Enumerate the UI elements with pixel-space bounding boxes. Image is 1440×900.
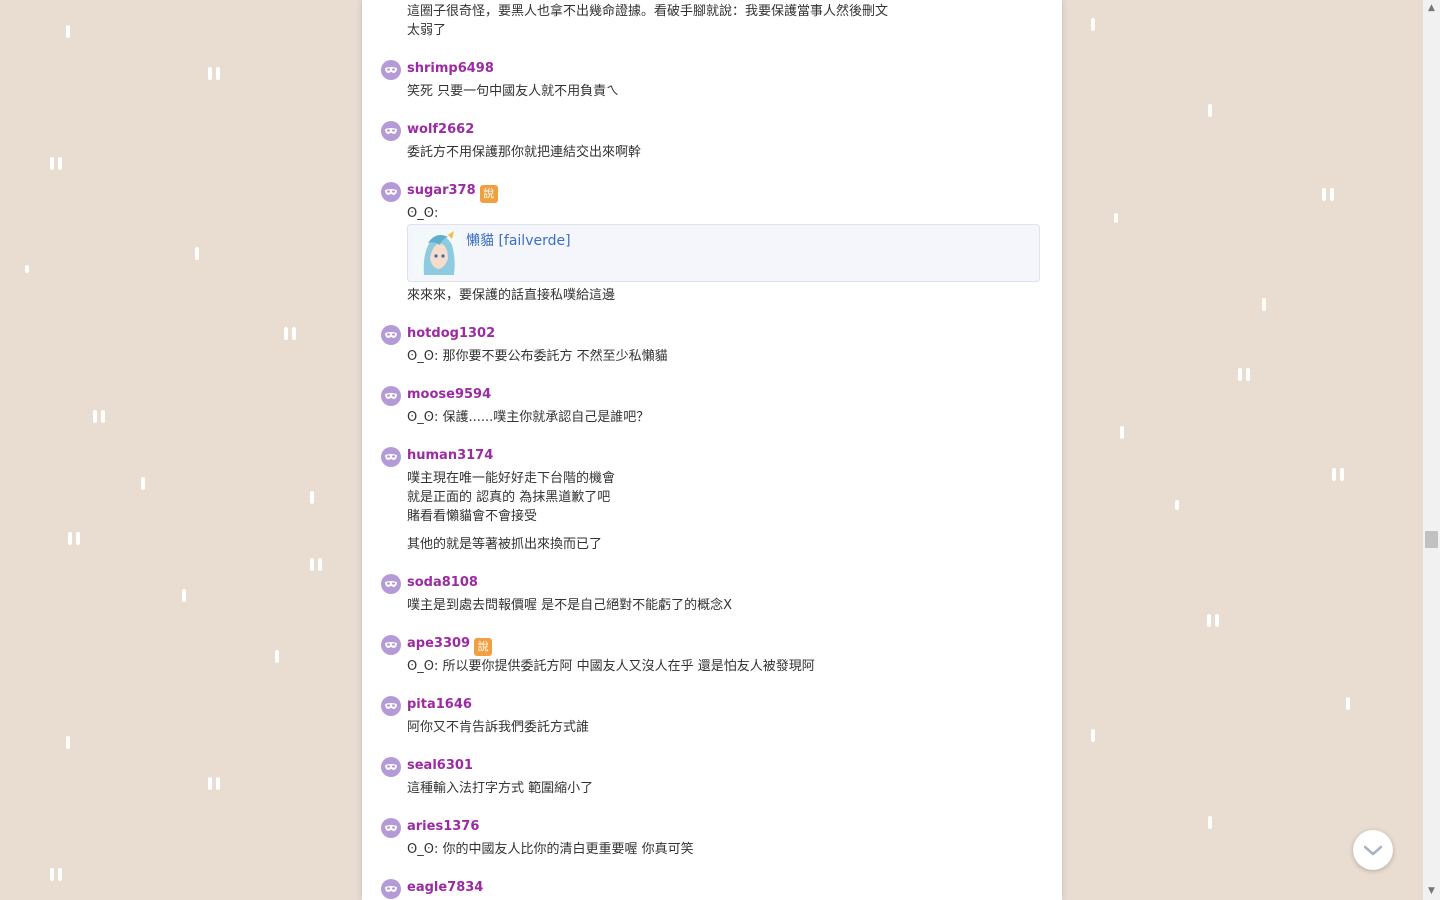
comment-text: ʘ_ʘ: 所以要你提供委託方阿 中國友人又沒人在乎 還是怕友人被發現阿 (407, 659, 815, 674)
username[interactable]: wolf2662 (407, 122, 474, 137)
username[interactable]: aries1376 (407, 819, 479, 834)
anonymous-mask-icon[interactable] (381, 60, 401, 80)
scroll-down-arrow-icon[interactable]: ▼ (1423, 883, 1440, 900)
anonymous-mask-icon[interactable] (381, 574, 401, 594)
says-badge: 說 (474, 638, 493, 656)
scroll-down-button[interactable] (1353, 830, 1393, 870)
comment-text: 委託方不用保護那你就把連結交出來啊幹 (407, 145, 642, 160)
comment-text: 來來來，要保護的話直接私噗給這邊 (407, 288, 616, 303)
plurk-response-panel: 這圈子很奇怪，要黑人也拿不出幾命證據。看破手腳就說：我要保護當事人然後刪文 太弱… (362, 0, 1062, 900)
comment-text: ʘ_ʘ: 保護......噗主你就承認自己是誰吧？ (407, 410, 650, 425)
comment-text: 噗主是到處去問報價喔 是不是自己絕對不能虧了的概念X (407, 598, 733, 613)
anonymous-mask-icon[interactable] (381, 325, 401, 345)
scroll-up-arrow-icon[interactable]: ▲ (1423, 0, 1440, 17)
comment-text: 這圈子很奇怪，要黑人也拿不出幾命證據。看破手腳就說：我要保護當事人然後刪文 (407, 4, 889, 19)
username[interactable]: ape3309 說 (407, 636, 493, 656)
anonymous-mask-icon[interactable] (381, 818, 401, 838)
username[interactable]: shrimp6498 (407, 61, 494, 76)
anonymous-mask-icon[interactable] (381, 182, 401, 202)
comment-text: 太弱了 (407, 23, 447, 38)
username[interactable]: seal6301 (407, 758, 473, 773)
comment-text: 噗主現在唯一能好好走下台階的機會 (407, 471, 616, 486)
comment-text: ʘ_ʘ: (407, 206, 439, 221)
anonymous-mask-icon[interactable] (381, 757, 401, 777)
anonymous-mask-icon[interactable] (381, 879, 401, 899)
comment-text: 就是正面的 認真的 為抹黑道歉了吧 (407, 490, 611, 505)
comment-text: 這種輸入法打字方式 範圍縮小了 (407, 781, 594, 796)
anonymous-mask-icon[interactable] (381, 121, 401, 141)
comment-text: 笑死 只要一句中國友人就不用負責ㄟ (407, 84, 620, 99)
comment-text: 阿你又不肯告訴我們委託方式誰 (407, 720, 590, 735)
username[interactable]: pita1646 (407, 697, 472, 712)
link-preview-card[interactable]: 懶貓 [failverde] (407, 224, 1040, 282)
anonymous-mask-icon[interactable] (381, 635, 401, 655)
anonymous-mask-icon[interactable] (381, 447, 401, 467)
comment-text: ʘ_ʘ: 你的中國友人比你的清白更重要喔 你真可笑 (407, 842, 694, 857)
username-text[interactable]: ape3309 (407, 636, 470, 651)
comment-text: 其他的就是等著被抓出來換而已了 (407, 537, 603, 552)
comment-text: 賭看看懶貓會不會接受 (407, 509, 538, 524)
username[interactable]: eagle7834 (407, 880, 483, 895)
username[interactable]: hotdog1302 (407, 326, 495, 341)
link-thumbnail (414, 229, 462, 277)
anonymous-mask-icon[interactable] (381, 696, 401, 716)
scrollbar-thumb[interactable] (1425, 531, 1438, 548)
username[interactable]: sugar378 說 (407, 183, 498, 203)
link-title[interactable]: 懶貓 [failverde] (466, 230, 571, 250)
username-text[interactable]: sugar378 (407, 183, 476, 198)
page-scrollbar[interactable]: ▲ ▼ (1423, 0, 1440, 900)
comment-text: ʘ_ʘ: 那你要不要公布委託方 不然至少私懶貓 (407, 349, 668, 364)
username[interactable]: human3174 (407, 448, 493, 463)
chevron-down-icon (1363, 845, 1383, 856)
anonymous-mask-icon[interactable] (381, 386, 401, 406)
says-badge: 說 (479, 185, 498, 203)
username[interactable]: soda8108 (407, 575, 478, 590)
username[interactable]: moose9594 (407, 387, 491, 402)
